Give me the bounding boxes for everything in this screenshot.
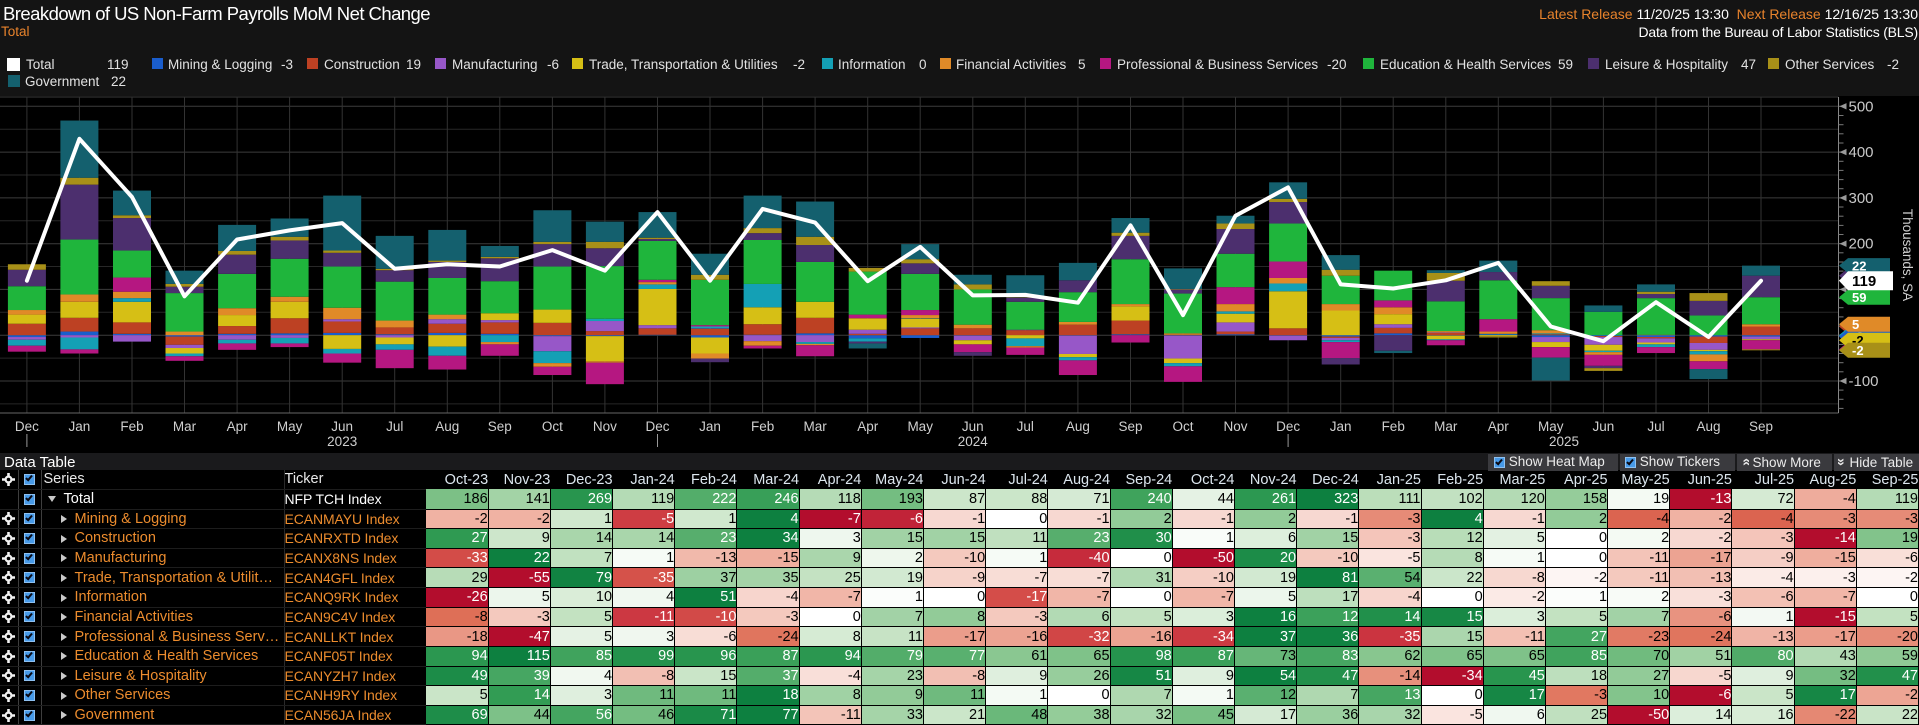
svg-text:Oct: Oct [1172, 419, 1193, 434]
svg-text:May: May [907, 419, 933, 434]
svg-text:Dec: Dec [645, 419, 669, 434]
svg-text:-100: -100 [1849, 373, 1879, 390]
svg-text:Apr: Apr [857, 419, 879, 434]
svg-text:Jul: Jul [1647, 419, 1664, 434]
svg-text:Jun: Jun [962, 419, 984, 434]
svg-text:Mar: Mar [173, 419, 197, 434]
svg-text:Jan: Jan [1330, 419, 1352, 434]
svg-text:Jun: Jun [331, 419, 353, 434]
svg-text:Jan: Jan [699, 419, 721, 434]
svg-text:Mar: Mar [803, 419, 827, 434]
svg-text:Dec: Dec [15, 419, 39, 434]
svg-text:Nov: Nov [593, 419, 617, 434]
svg-text:5: 5 [1852, 317, 1859, 332]
svg-text:2025: 2025 [1549, 434, 1579, 449]
svg-text:May: May [277, 419, 303, 434]
svg-text:Sep: Sep [488, 419, 512, 434]
svg-text:Aug: Aug [435, 419, 459, 434]
svg-text:Oct: Oct [542, 419, 563, 434]
svg-text:Sep: Sep [1118, 419, 1142, 434]
svg-text:Jun: Jun [1593, 419, 1615, 434]
svg-text:-2: -2 [1852, 343, 1864, 358]
svg-text:Jul: Jul [386, 419, 403, 434]
svg-text:Apr: Apr [1488, 419, 1510, 434]
svg-text:Mar: Mar [1434, 419, 1458, 434]
svg-text:2024: 2024 [958, 434, 989, 449]
svg-text:400: 400 [1849, 144, 1874, 161]
svg-text:Aug: Aug [1066, 419, 1090, 434]
svg-text:59: 59 [1852, 290, 1866, 305]
svg-text:22: 22 [1852, 258, 1866, 273]
svg-text:2023: 2023 [327, 434, 357, 449]
svg-text:Thousands, SA: Thousands, SA [1900, 209, 1915, 301]
svg-text:May: May [1538, 419, 1564, 434]
svg-text:Jan: Jan [69, 419, 91, 434]
svg-text:Aug: Aug [1696, 419, 1720, 434]
svg-text:Jul: Jul [1017, 419, 1034, 434]
svg-text:200: 200 [1849, 236, 1874, 253]
svg-text:Feb: Feb [1382, 419, 1405, 434]
svg-text:Dec: Dec [1276, 419, 1300, 434]
svg-text:Feb: Feb [751, 419, 774, 434]
svg-text:300: 300 [1849, 190, 1874, 207]
svg-text:Nov: Nov [1223, 419, 1247, 434]
svg-text:Sep: Sep [1749, 419, 1773, 434]
svg-text:Apr: Apr [227, 419, 249, 434]
svg-text:119: 119 [1852, 273, 1876, 290]
svg-text:Feb: Feb [120, 419, 143, 434]
svg-text:500: 500 [1849, 98, 1874, 115]
